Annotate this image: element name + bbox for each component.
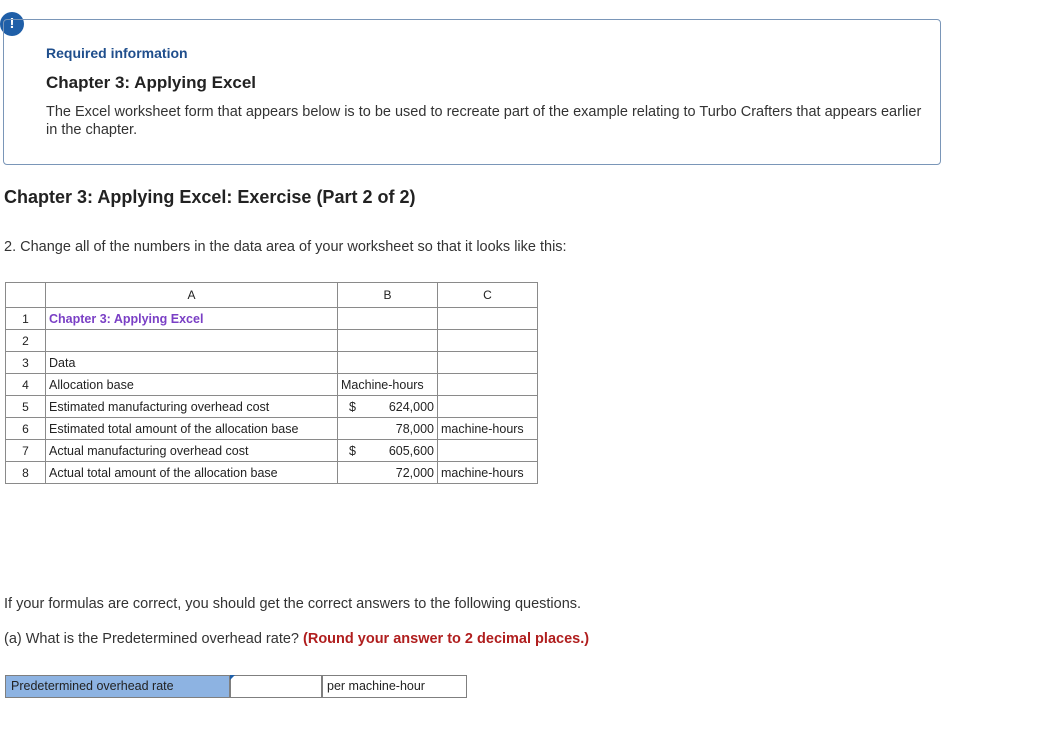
corner-cell <box>6 283 46 308</box>
row-number: 6 <box>6 418 46 440</box>
cell-value: 624,000 <box>389 400 434 414</box>
cell-c <box>438 308 538 330</box>
required-information-label: Required information <box>46 45 188 61</box>
row-number: 5 <box>6 396 46 418</box>
row-number: 8 <box>6 462 46 484</box>
table-row: 2 <box>6 330 538 352</box>
table-row: 3 Data <box>6 352 538 374</box>
table-row: 8 Actual total amount of the allocation … <box>6 462 538 484</box>
answer-label: Predetermined overhead rate <box>5 675 230 698</box>
column-header-c: C <box>438 283 538 308</box>
cell-c <box>438 440 538 462</box>
cell-c <box>438 330 538 352</box>
cell-a: Actual manufacturing overhead cost <box>46 440 338 462</box>
worksheet-table: A B C 1 Chapter 3: Applying Excel 2 3 Da… <box>5 282 538 484</box>
column-header-a: A <box>46 283 338 308</box>
cell-a <box>46 330 338 352</box>
cell-c <box>438 374 538 396</box>
exercise-title: Chapter 3: Applying Excel: Exercise (Par… <box>4 187 415 208</box>
table-row: 6 Estimated total amount of the allocati… <box>6 418 538 440</box>
table-row: 7 Actual manufacturing overhead cost $60… <box>6 440 538 462</box>
row-number: 3 <box>6 352 46 374</box>
question-a-text: (a) What is the Predetermined overhead r… <box>4 631 299 647</box>
row-number: 7 <box>6 440 46 462</box>
cell-b <box>338 308 438 330</box>
table-row: 1 Chapter 3: Applying Excel <box>6 308 538 330</box>
currency-symbol: $ <box>341 400 356 414</box>
cell-a: Estimated manufacturing overhead cost <box>46 396 338 418</box>
question-intro: If your formulas are correct, you should… <box>4 596 581 612</box>
cell-a: Data <box>46 352 338 374</box>
cell-b <box>338 330 438 352</box>
cell-b: $605,600 <box>338 440 438 462</box>
cell-a: Allocation base <box>46 374 338 396</box>
row-number: 2 <box>6 330 46 352</box>
predetermined-overhead-rate-input[interactable] <box>230 675 322 698</box>
info-body: The Excel worksheet form that appears be… <box>46 103 926 139</box>
cell-c <box>438 352 538 374</box>
table-row: 4 Allocation base Machine-hours <box>6 374 538 396</box>
instruction-text: 2. Change all of the numbers in the data… <box>4 239 567 255</box>
info-title: Chapter 3: Applying Excel <box>46 73 256 93</box>
cell-b: 72,000 <box>338 462 438 484</box>
column-header-b: B <box>338 283 438 308</box>
input-corner-marker <box>230 675 235 680</box>
cell-a: Actual total amount of the allocation ba… <box>46 462 338 484</box>
question-a: (a) What is the Predetermined overhead r… <box>4 631 589 647</box>
cell-c <box>438 396 538 418</box>
row-number: 4 <box>6 374 46 396</box>
cell-b: Machine-hours <box>338 374 438 396</box>
cell-b: 78,000 <box>338 418 438 440</box>
answer-unit: per machine-hour <box>322 675 467 698</box>
cell-c: machine-hours <box>438 418 538 440</box>
cell-a: Estimated total amount of the allocation… <box>46 418 338 440</box>
row-number: 1 <box>6 308 46 330</box>
rounding-note: (Round your answer to 2 decimal places.) <box>303 631 589 647</box>
cell-b <box>338 352 438 374</box>
cell-value: 605,600 <box>389 444 434 458</box>
cell-b: $624,000 <box>338 396 438 418</box>
cell-c: machine-hours <box>438 462 538 484</box>
worksheet-header-row: A B C <box>6 283 538 308</box>
table-row: 5 Estimated manufacturing overhead cost … <box>6 396 538 418</box>
cell-a: Chapter 3: Applying Excel <box>46 308 338 330</box>
currency-symbol: $ <box>341 444 356 458</box>
